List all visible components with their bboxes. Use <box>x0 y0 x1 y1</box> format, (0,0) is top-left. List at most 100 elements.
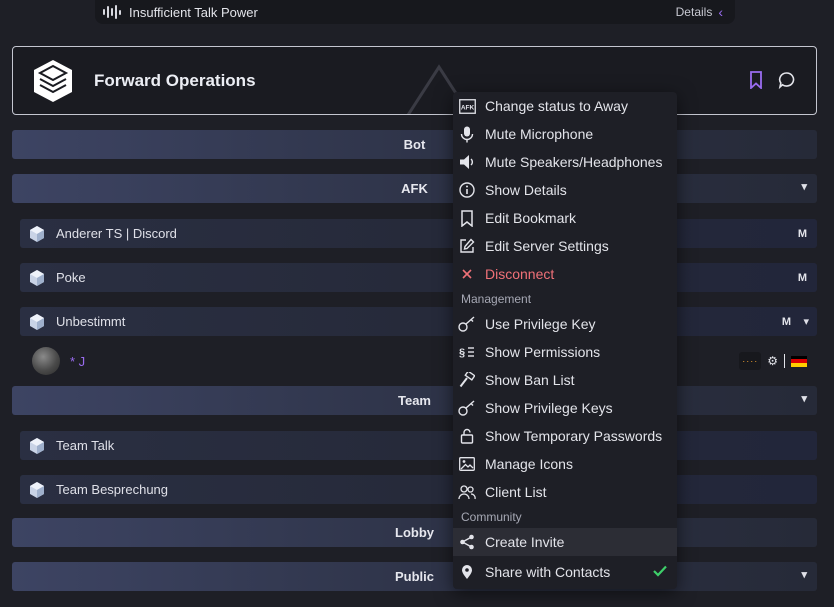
channel-cube-icon <box>30 313 44 330</box>
server-context-menu: AFK Change status to Away Mute Microphon… <box>453 92 677 589</box>
channel-public[interactable]: Public ▾ <box>12 562 817 591</box>
moderated-badge: M <box>797 227 807 240</box>
section-management: Management <box>461 292 532 306</box>
channel-cube-icon <box>30 225 44 242</box>
talk-power-icon: ···· <box>739 352 762 370</box>
menu-item-client-list[interactable]: Client List <box>453 478 677 506</box>
menu-item-show-details[interactable]: Show Details <box>453 176 677 204</box>
moderated-badge: M <box>781 315 791 328</box>
germany-flag-icon <box>791 355 807 367</box>
channel-label: Bot <box>403 137 426 152</box>
menu-item-label: Edit Bookmark <box>485 210 577 226</box>
moderated-badge: M <box>797 271 807 284</box>
bookmark-icon <box>458 209 476 227</box>
subchannel-name: Unbestimmt <box>56 314 126 329</box>
users-icon <box>458 483 476 501</box>
close-icon <box>458 265 476 283</box>
image-icon <box>458 455 476 473</box>
subchannel-name: Poke <box>56 270 86 285</box>
afk-icon: AFK <box>458 97 476 115</box>
menu-item-label: Mute Speakers/Headphones <box>485 154 663 170</box>
menu-item-change-status-away[interactable]: AFK Change status to Away <box>453 92 677 120</box>
lock-icon <box>458 427 476 445</box>
channel-lobby[interactable]: Lobby <box>12 518 817 547</box>
menu-item-label: Show Temporary Passwords <box>485 428 663 444</box>
speaker-icon <box>458 153 476 171</box>
edit-icon <box>458 237 476 255</box>
subchannel-anderer-ts[interactable]: Anderer TS | Discord M <box>20 219 817 248</box>
menu-item-label: Show Permissions <box>485 344 601 360</box>
notification-details-button[interactable]: Details ‹ <box>676 4 723 20</box>
subchannel-unbestimmt[interactable]: Unbestimmt M ▾ <box>20 307 817 336</box>
menu-item-label: Share with Contacts <box>485 564 611 580</box>
menu-item-mute-speakers[interactable]: Mute Speakers/Headphones <box>453 148 677 176</box>
chevron-left-icon: ‹ <box>718 4 723 20</box>
menu-item-show-permissions[interactable]: § Show Permissions <box>453 338 677 366</box>
channel-label: Lobby <box>395 525 434 540</box>
divider <box>784 354 785 368</box>
menu-item-label: Manage Icons <box>485 456 573 472</box>
menu-item-share-with-contacts[interactable]: Share with Contacts <box>453 556 677 588</box>
channel-bot[interactable]: Bot <box>12 130 817 159</box>
menu-item-label: Show Privilege Keys <box>485 400 613 416</box>
chevron-down-icon[interactable]: ▾ <box>801 180 807 193</box>
channel-cube-icon <box>30 269 44 286</box>
subchannel-team-besprechung[interactable]: Team Besprechung <box>20 475 817 504</box>
group-badge-icon: ⚙ <box>767 354 778 368</box>
notification-title: Insufficient Talk Power <box>129 4 258 20</box>
menu-item-label: Disconnect <box>485 266 555 282</box>
chevron-down-icon[interactable]: ▾ <box>801 392 807 405</box>
permissions-icon: § <box>458 343 476 361</box>
section-community: Community <box>461 510 522 524</box>
client-entry[interactable]: * J ···· ⚙ <box>32 347 817 375</box>
chat-icon[interactable] <box>778 71 796 94</box>
audio-wave-icon <box>103 5 121 19</box>
avatar <box>32 347 60 375</box>
key-icon <box>458 399 476 417</box>
details-label: Details <box>675 5 713 19</box>
chevron-down-icon[interactable]: ▾ <box>803 315 809 328</box>
subchannel-name: Team Talk <box>56 438 115 453</box>
svg-text:§: § <box>459 347 465 359</box>
channel-cube-icon <box>30 437 44 454</box>
menu-item-label: Edit Server Settings <box>485 238 609 254</box>
hammer-icon <box>458 371 476 389</box>
server-header[interactable]: Forward Operations <box>12 46 817 115</box>
menu-item-label: Show Ban List <box>485 372 575 388</box>
info-icon <box>458 181 476 199</box>
server-name: Forward Operations <box>94 70 256 90</box>
svg-text:AFK: AFK <box>460 104 474 111</box>
channel-afk[interactable]: AFK ▾ <box>12 174 817 203</box>
subchannel-team-talk[interactable]: Team Talk <box>20 431 817 460</box>
bookmark-icon[interactable] <box>748 71 764 94</box>
subchannel-name: Anderer TS | Discord <box>56 226 177 241</box>
menu-item-use-privilege-key[interactable]: Use Privilege Key <box>453 310 677 338</box>
menu-item-manage-icons[interactable]: Manage Icons <box>453 450 677 478</box>
subchannel-poke[interactable]: Poke M <box>20 263 817 292</box>
menu-item-label: Client List <box>485 484 547 500</box>
menu-item-show-privilege-keys[interactable]: Show Privilege Keys <box>453 394 677 422</box>
server-logo-icon <box>30 58 76 104</box>
menu-item-show-ban-list[interactable]: Show Ban List <box>453 366 677 394</box>
menu-item-edit-bookmark[interactable]: Edit Bookmark <box>453 204 677 232</box>
channel-label: Public <box>394 569 434 584</box>
location-icon <box>458 563 476 581</box>
share-icon <box>458 533 476 551</box>
channel-label: Team <box>398 393 431 408</box>
chevron-down-icon[interactable]: ▾ <box>801 568 807 581</box>
client-name: * J <box>70 353 86 369</box>
channel-team[interactable]: Team ▾ <box>12 386 817 415</box>
channel-cube-icon <box>30 481 44 498</box>
talk-power-notification: Insufficient Talk Power Details ‹ <box>95 0 735 24</box>
menu-item-disconnect[interactable]: Disconnect <box>453 260 677 288</box>
menu-item-label: Show Details <box>485 182 567 198</box>
channel-label: AFK <box>401 181 428 196</box>
menu-item-create-invite[interactable]: Create Invite <box>453 528 677 556</box>
subchannel-name: Team Besprechung <box>56 482 169 497</box>
menu-item-label: Change status to Away <box>485 98 628 114</box>
menu-item-show-temporary-passwords[interactable]: Show Temporary Passwords <box>453 422 677 450</box>
menu-item-label: Mute Microphone <box>485 126 594 142</box>
menu-item-edit-server-settings[interactable]: Edit Server Settings <box>453 232 677 260</box>
key-icon <box>458 315 476 333</box>
menu-item-mute-microphone[interactable]: Mute Microphone <box>453 120 677 148</box>
